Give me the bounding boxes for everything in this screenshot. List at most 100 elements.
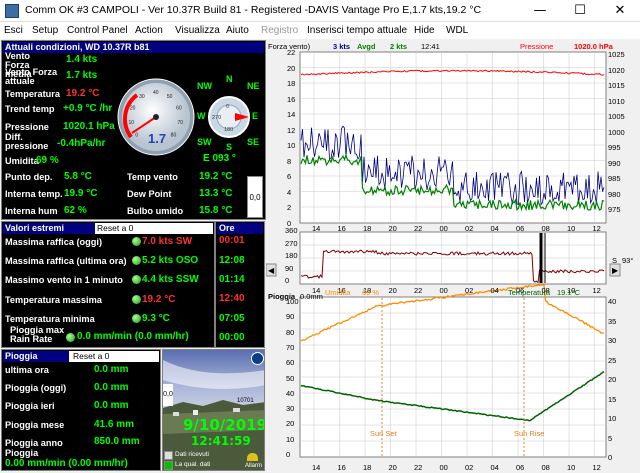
menu-inserisci[interactable]: Inserisci tempo attuale bbox=[307, 25, 407, 36]
wind-direction-value: E 093 ° bbox=[203, 153, 236, 164]
top-y-left-tick: 18 bbox=[287, 79, 296, 89]
mid-x-tick: 00 bbox=[439, 286, 448, 295]
mid-x-tick: 02 bbox=[465, 286, 474, 295]
extremes-reset[interactable]: Reset a 0 bbox=[95, 223, 213, 234]
extremes-panel: Valori estremi Reset a 0 Massima raffica… bbox=[1, 221, 215, 348]
temp-vento-label: Temp vento bbox=[127, 172, 178, 182]
mid-y-left-tick: 180 bbox=[285, 251, 298, 260]
menu-esci[interactable]: Esci bbox=[4, 25, 23, 36]
ext-row5-value: 0.0 mm/min (0.0 mm/hr) bbox=[77, 331, 189, 342]
mid-x-tick: 12 bbox=[592, 286, 601, 295]
rain-oggi-label: Pioggia (oggi) bbox=[5, 383, 67, 393]
bottom-x-tick: 22 bbox=[414, 463, 423, 472]
interna-hum-value: 62 % bbox=[64, 205, 87, 216]
window-title: Comm OK #3 CAMPOLI - Ver 10.37R Build 81… bbox=[25, 4, 482, 16]
compass-nw: NW bbox=[197, 81, 212, 91]
graphs-canvas: ◀ ▶ bbox=[266, 51, 621, 458]
rain-mese-value: 41.6 mm bbox=[94, 419, 135, 430]
mid-right-value: 93° bbox=[622, 256, 634, 265]
ore-row0: 00:01 bbox=[219, 235, 245, 246]
compass-n: N bbox=[226, 74, 233, 84]
current-conditions-panel: Attuali condizioni, WD 10.37R b81 Vento … bbox=[1, 40, 266, 220]
bottom-y-left-tick: 60 bbox=[286, 358, 295, 368]
bottom-pioggia-value: 0.0mm bbox=[300, 292, 323, 301]
bottom-x-tick: 00 bbox=[439, 463, 448, 472]
diff-pressione-label: Diff. pressione bbox=[5, 132, 49, 151]
bottom-temp-label: Temperatura bbox=[508, 288, 551, 297]
mid-side-letter: S bbox=[612, 256, 618, 265]
top-x-tick: 22 bbox=[414, 224, 423, 233]
vento-value: 1.4 kts bbox=[66, 54, 98, 65]
vento-attuale-value: 1.7 kts bbox=[66, 70, 98, 81]
alarm-bell-icon[interactable] bbox=[247, 453, 258, 461]
qual-dati-label: La qual. dati bbox=[175, 461, 211, 468]
bottom-y-right-tick: 20 bbox=[608, 375, 617, 384]
ext-row5-label: Pioggia max Rain Rate bbox=[10, 325, 65, 344]
extremes-header: Valori estremi bbox=[3, 223, 95, 234]
bottom-y-left-tick: 70 bbox=[286, 342, 295, 352]
led-icon bbox=[66, 333, 75, 342]
title-bar: Comm OK #3 CAMPOLI - Ver 10.37R Build 81… bbox=[0, 0, 640, 22]
bottom-y-left-tick: 0 bbox=[286, 450, 291, 459]
bottom-y-right-tick: 10 bbox=[608, 414, 617, 423]
menu-setup[interactable]: Setup bbox=[32, 25, 58, 36]
interna-hum-label: Interna hum bbox=[5, 206, 58, 216]
qual-dati-indicator bbox=[164, 461, 173, 470]
compass-w: W bbox=[197, 111, 206, 121]
menu-wdl[interactable]: WDL bbox=[446, 25, 468, 36]
top-x-tick: 06 bbox=[516, 224, 525, 233]
dew-point-value: 13.3 °C bbox=[199, 188, 233, 199]
diff-pressione-value: -0.4hPa/hr bbox=[57, 138, 106, 149]
menu-hide[interactable]: Hide bbox=[414, 25, 435, 36]
ext-row3-value: 19.2 °C bbox=[142, 294, 176, 305]
compass-sw: SW bbox=[197, 137, 212, 147]
menu-aiuto[interactable]: Aiuto bbox=[226, 25, 249, 36]
top-y-left-tick: 10 bbox=[287, 141, 296, 151]
mid-y-left-tick: 360 bbox=[285, 226, 298, 235]
compass-270: 270 bbox=[212, 115, 221, 121]
top-x-tick: 20 bbox=[388, 224, 397, 233]
bottom-x-tick: 16 bbox=[337, 463, 346, 472]
rain-ieri-label: Pioggia ieri bbox=[5, 401, 55, 411]
top-y-right-tick: 1005 bbox=[608, 112, 625, 122]
ore-row3: 12:40 bbox=[219, 293, 245, 304]
umidita-label: Umidita bbox=[5, 156, 39, 166]
top-y-left-tick: 14 bbox=[287, 110, 296, 120]
minimize-button[interactable]: — bbox=[520, 0, 560, 22]
bottom-y-left-tick: 20 bbox=[286, 419, 295, 429]
led-icon bbox=[132, 237, 141, 246]
menu-action[interactable]: Action bbox=[135, 25, 163, 36]
rain-anno-value: 850.0 mm bbox=[94, 436, 140, 447]
pressione-label: Pressione bbox=[5, 122, 49, 132]
ore-row2: 01:14 bbox=[219, 274, 245, 285]
ext-row1-label: Massima raffica (ultima ora) bbox=[5, 256, 127, 266]
top-y-right-tick: 995 bbox=[608, 143, 621, 153]
bulbo-umido-value: 15.8 °C bbox=[199, 205, 233, 216]
bottom-x-tick: 12 bbox=[592, 463, 601, 472]
led-icon bbox=[132, 314, 141, 323]
gauge-tick-label: 0 bbox=[135, 133, 138, 139]
mid-x-tick: 22 bbox=[414, 286, 423, 295]
menu-visualizza[interactable]: Visualizza bbox=[175, 25, 220, 36]
maximize-button[interactable]: ☐ bbox=[560, 0, 600, 22]
punto-dep-label: Punto dep. bbox=[5, 172, 53, 182]
bottom-y-left-tick: 80 bbox=[286, 327, 295, 337]
sun-set-label: Sun Set bbox=[370, 429, 397, 438]
bottom-y-right-tick: 30 bbox=[608, 336, 617, 345]
menu-control-panel[interactable]: Control Panel bbox=[67, 25, 128, 36]
rain-ieri-value: 0.0 mm bbox=[94, 400, 129, 411]
bottom-y-right-tick: 0 bbox=[608, 453, 613, 462]
ore-row4: 07:05 bbox=[219, 313, 245, 324]
bottom-umid-label: Umidita bbox=[325, 288, 351, 297]
mid-x-tick: 04 bbox=[490, 286, 499, 295]
sun-rise-label: Sun Rise bbox=[514, 429, 545, 438]
close-button[interactable]: ✕ bbox=[600, 0, 640, 22]
top-x-tick: 00 bbox=[439, 224, 448, 233]
gauge-tick-label: 70 bbox=[178, 120, 184, 126]
bottom-y-right-tick: 5 bbox=[608, 433, 613, 443]
rain-reset[interactable]: Reset a 0 bbox=[69, 351, 159, 362]
gauge-value: 1.7 bbox=[148, 131, 166, 146]
bottom-y-left-tick: 10 bbox=[286, 434, 295, 444]
webcam-panel: 0,0 10701 9/10/2019 12:41:59 Dati ricevu… bbox=[162, 349, 265, 471]
top-y-right-tick: 980 bbox=[608, 189, 621, 199]
